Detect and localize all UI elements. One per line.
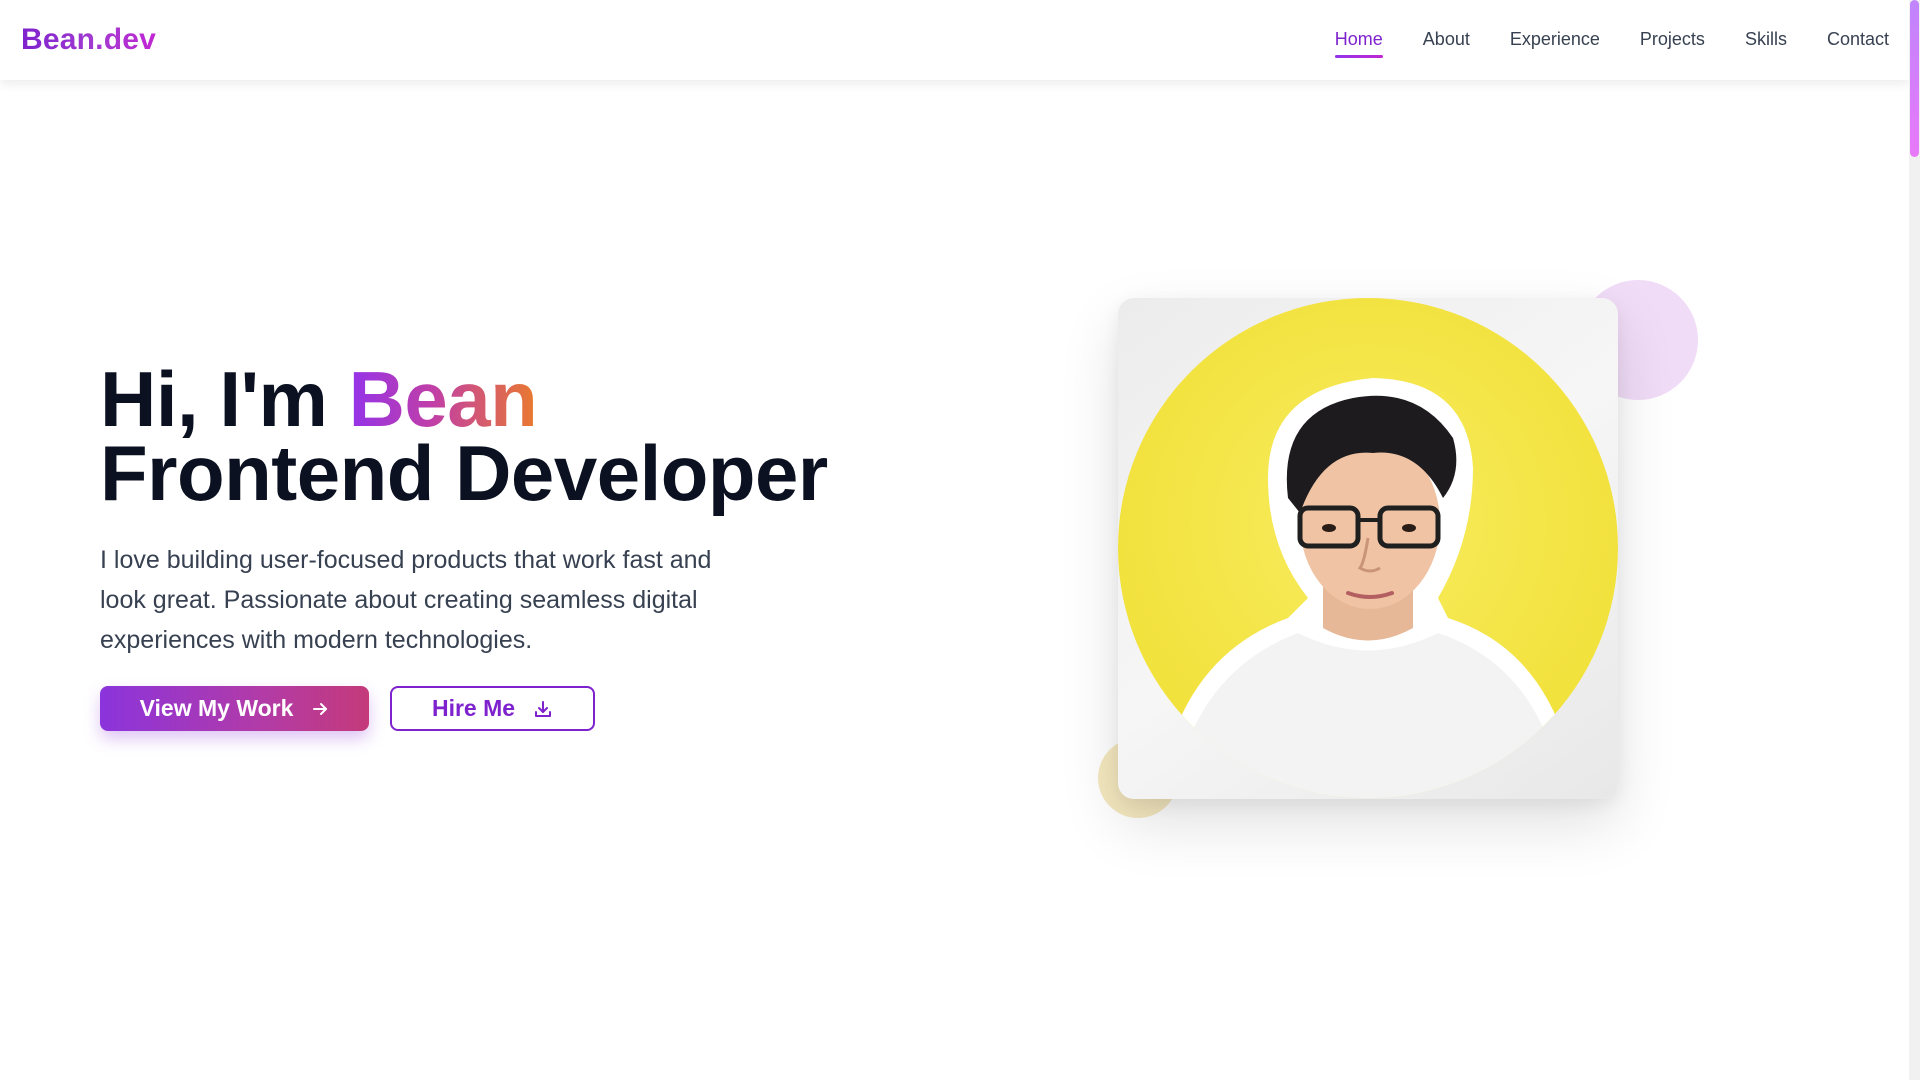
hero-role: Frontend Developer: [100, 429, 828, 517]
view-my-work-button[interactable]: View My Work: [100, 686, 369, 731]
nav-link-home[interactable]: Home: [1334, 23, 1383, 58]
navbar: Bean.dev Home About Experience Projects …: [0, 0, 1909, 80]
nav-link-skills[interactable]: Skills: [1745, 23, 1787, 58]
nav-link-projects[interactable]: Projects: [1640, 23, 1705, 58]
hero-actions: View My Work Hire Me: [100, 686, 860, 731]
nav-link-about[interactable]: About: [1423, 23, 1470, 58]
view-my-work-label: View My Work: [139, 695, 294, 721]
profile-photo: [1118, 298, 1618, 798]
nav-link-contact[interactable]: Contact: [1827, 23, 1889, 58]
hero-title: Hi, I'm Bean Frontend Developer: [100, 360, 860, 512]
hero-intro: Hi, I'm Bean Frontend Developer I love b…: [100, 360, 860, 731]
download-icon: [533, 699, 553, 719]
site-logo[interactable]: Bean.dev: [21, 23, 156, 57]
hire-me-button[interactable]: Hire Me: [390, 686, 595, 731]
nav-link-experience[interactable]: Experience: [1510, 23, 1600, 58]
nav-links: Home About Experience Projects Skills Co…: [1295, 23, 1889, 58]
scrollbar-thumb[interactable]: [1910, 0, 1919, 157]
profile-photo-card: [1118, 298, 1618, 799]
arrow-right-icon: [311, 700, 329, 718]
scrollbar[interactable]: [1909, 0, 1920, 1080]
page: Bean.dev Home About Experience Projects …: [0, 0, 1920, 1080]
hire-me-label: Hire Me: [431, 695, 516, 721]
hero-description: I love building user-focused products th…: [100, 546, 712, 654]
